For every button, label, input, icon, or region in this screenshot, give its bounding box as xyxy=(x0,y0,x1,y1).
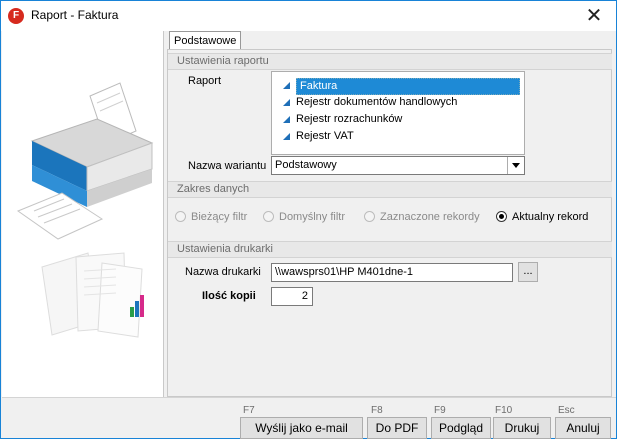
report-triangle-icon xyxy=(283,99,290,106)
preview-button[interactable]: Podgląd xyxy=(431,417,491,439)
report-triangle-icon xyxy=(283,133,290,140)
title-bar: F Raport - Faktura ✕ xyxy=(1,1,616,31)
window-title: Raport - Faktura xyxy=(31,8,119,22)
app-logo-icon: F xyxy=(8,8,24,24)
shortcut-pdf: F8 xyxy=(371,405,383,416)
tab-podstawowe[interactable]: Podstawowe xyxy=(169,31,241,50)
to-pdf-button[interactable]: Do PDF xyxy=(367,417,427,439)
printer-icon xyxy=(16,82,154,338)
shortcut-preview: F9 xyxy=(434,405,446,416)
footer-divider xyxy=(2,397,616,398)
section-header-range: Zakres danych xyxy=(168,181,612,198)
report-listbox[interactable]: Faktura Rejestr dokumentów handlowych Re… xyxy=(271,71,525,155)
print-button[interactable]: Drukuj xyxy=(493,417,551,439)
printer-name-input[interactable]: \\wawsprs01\HP M401dne-1 xyxy=(271,263,513,282)
copies-label: Ilość kopii xyxy=(202,290,256,302)
shortcut-print: F10 xyxy=(495,405,513,416)
close-button[interactable]: ✕ xyxy=(572,1,616,31)
section-header-report: Ustawienia raportu xyxy=(168,53,612,70)
variant-value: Podstawowy xyxy=(275,159,337,171)
section-header-printer: Ustawienia drukarki xyxy=(168,241,612,258)
copies-input[interactable]: 2 xyxy=(271,287,313,306)
report-dialog: F Raport - Faktura ✕ Podstawowe Ustawien… xyxy=(0,0,617,439)
report-label: Raport xyxy=(188,75,222,87)
list-item[interactable]: Rejestr dokumentów handlowych xyxy=(280,95,520,111)
shortcut-cancel: Esc xyxy=(558,405,575,416)
list-item[interactable]: Rejestr rozrachunków xyxy=(280,112,520,128)
report-triangle-icon xyxy=(283,116,290,123)
variant-label: Nazwa wariantu xyxy=(188,160,267,172)
browse-printer-button[interactable]: ... xyxy=(518,262,538,282)
cancel-button[interactable]: Anuluj xyxy=(555,417,611,439)
list-item[interactable]: Rejestr VAT xyxy=(280,129,520,145)
printer-illustration-panel xyxy=(2,31,164,397)
shortcut-email: F7 xyxy=(243,405,255,416)
printer-name-label: Nazwa drukarki xyxy=(185,266,261,278)
report-triangle-icon xyxy=(283,82,290,89)
chevron-down-icon[interactable] xyxy=(507,157,524,174)
list-item[interactable]: Faktura xyxy=(280,78,520,95)
send-email-button[interactable]: Wyślij jako e-mail xyxy=(240,417,363,439)
variant-select[interactable]: Podstawowy xyxy=(271,156,525,175)
